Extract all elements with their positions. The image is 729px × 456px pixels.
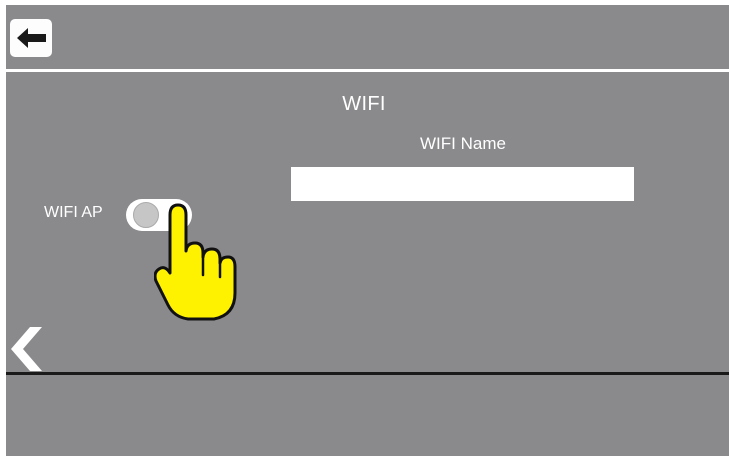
top-bar [6, 5, 729, 68]
arrow-left-icon [17, 28, 46, 48]
wifi-name-label: WIFI Name [420, 134, 506, 153]
screen: WIFI WIFI Name WIFI AP [6, 5, 729, 456]
previous-button[interactable] [9, 325, 49, 373]
back-button[interactable] [10, 19, 52, 57]
page-title: WIFI [342, 93, 386, 115]
wifi-ap-label: WIFI AP [44, 204, 103, 221]
pointing-hand-icon [154, 203, 237, 321]
top-divider [6, 69, 729, 72]
chevron-left-icon [11, 327, 42, 371]
bottom-bar [6, 375, 729, 456]
wifi-name-input[interactable] [291, 167, 634, 201]
